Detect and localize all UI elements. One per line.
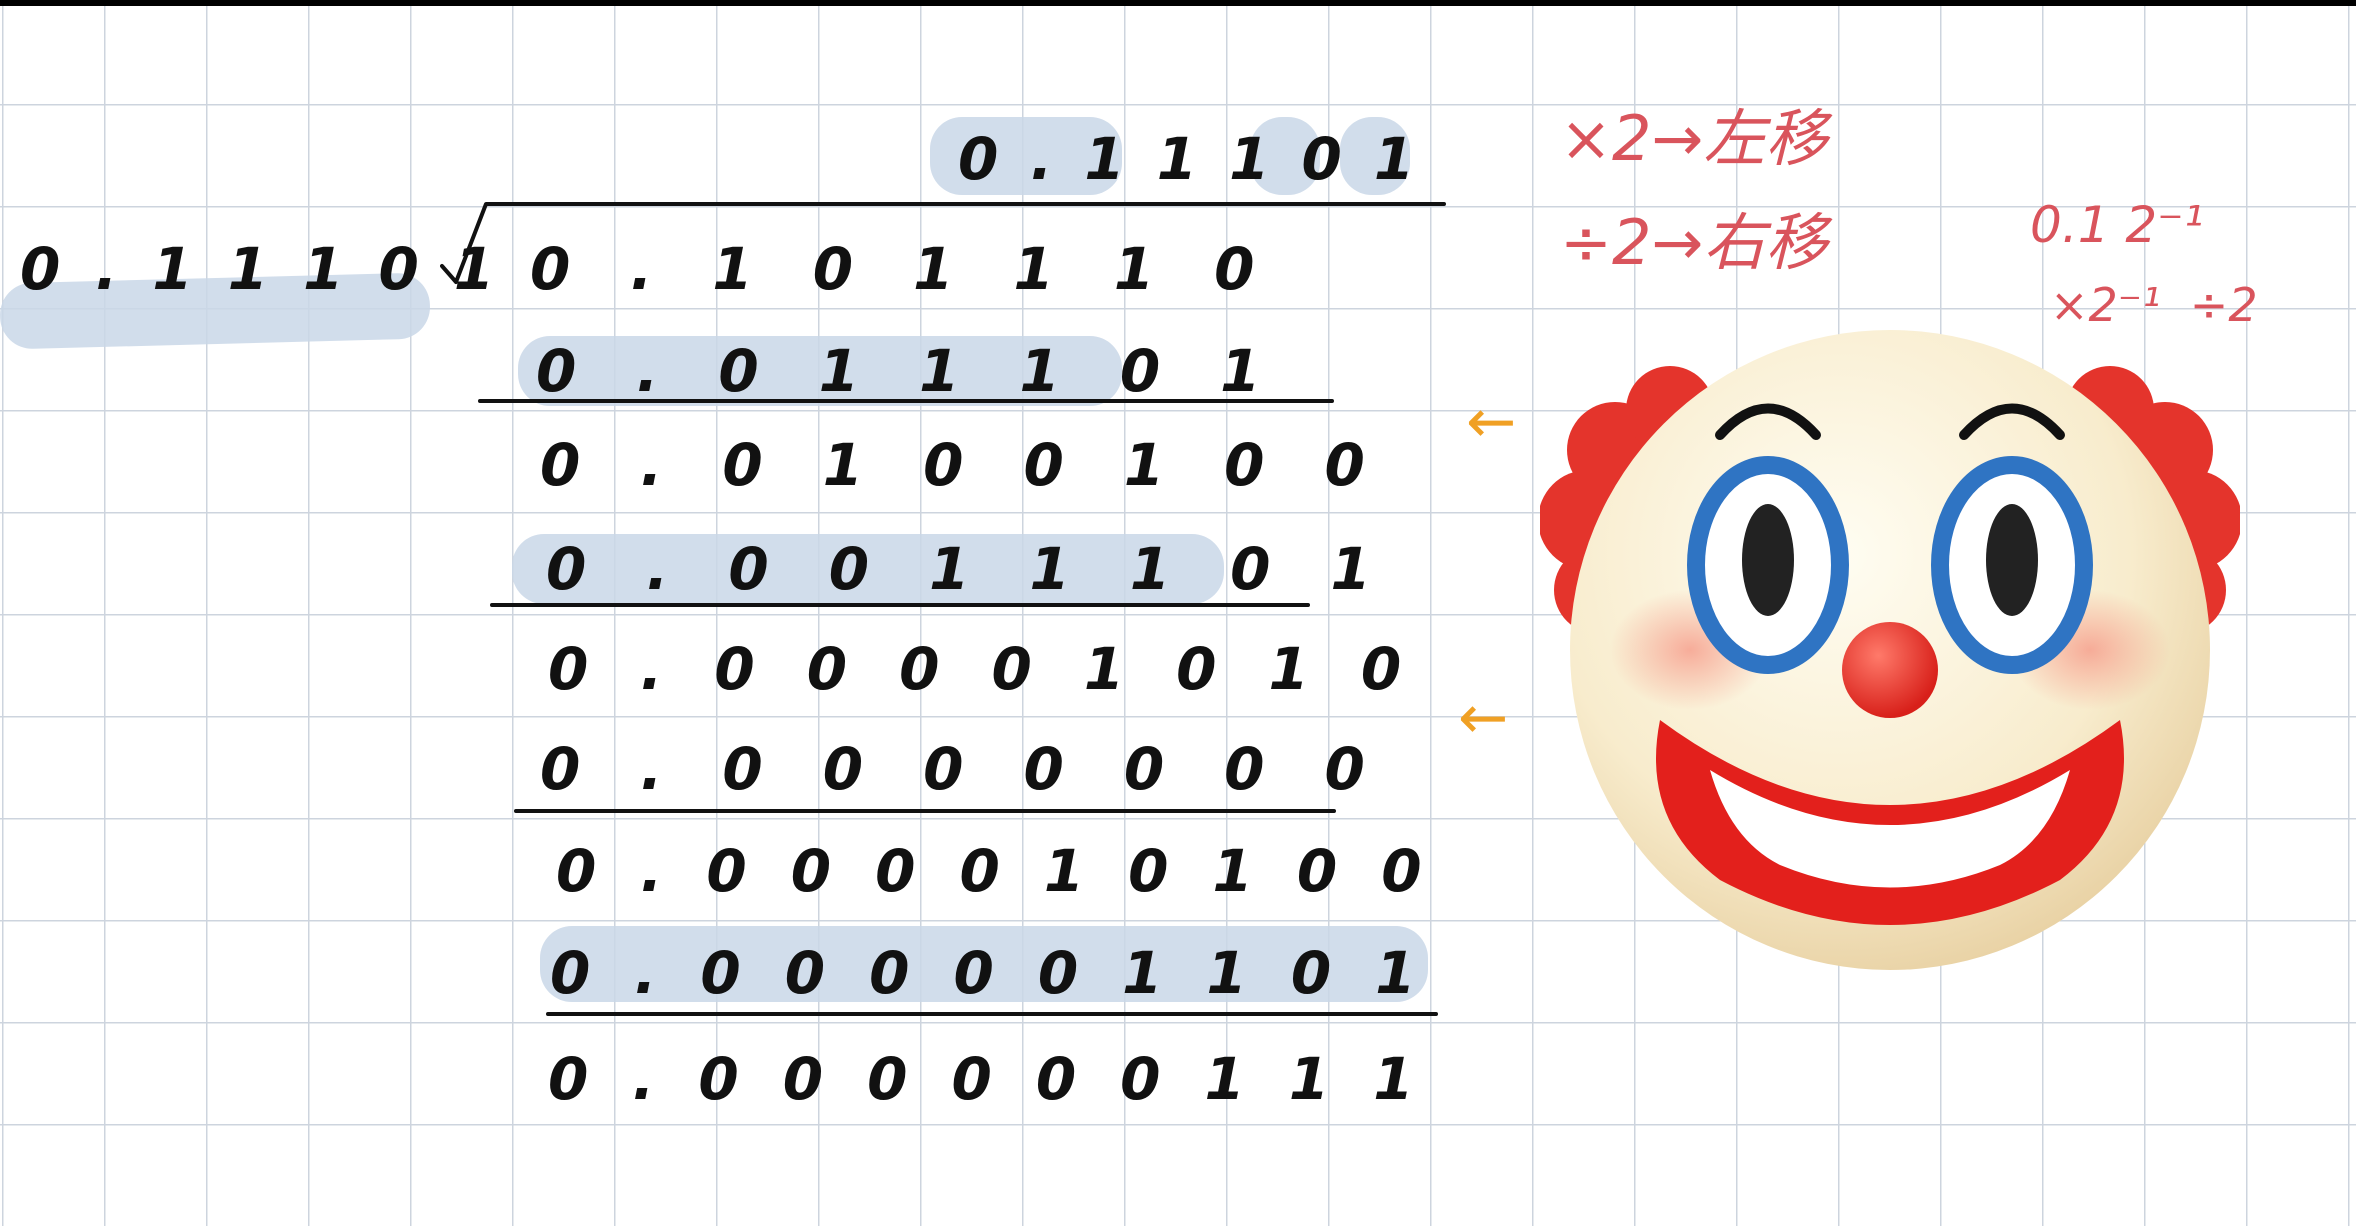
divisor: 0.11101 <box>20 235 530 303</box>
division-step-2: 0.011101 <box>536 337 1321 405</box>
division-step-3: 0.0100100 <box>540 431 1425 499</box>
division-step-6: 0.0000000 <box>540 735 1425 803</box>
eye-left <box>1742 504 1794 616</box>
top-edge <box>0 0 2356 6</box>
arrow-left-icon: ← <box>1458 683 1509 753</box>
division-step-7: 0.000010100 <box>556 837 1466 905</box>
note-small: 0.1 2⁻¹ <box>2030 196 2204 254</box>
clown-face-icon <box>1540 330 2240 970</box>
note-shift-left: ×2→左移 <box>1560 102 1828 175</box>
division-step-9: 0.000000111 <box>548 1045 1458 1113</box>
arrow-left-icon: ← <box>1466 387 1517 457</box>
quotient: 0.11101 <box>958 125 1447 193</box>
division-step-5: 0.00001010 <box>548 635 1454 703</box>
division-step-4: 0.0011101 <box>546 535 1431 603</box>
clown-nose <box>1842 622 1938 718</box>
subtraction-rule-2 <box>490 603 1310 607</box>
eye-right <box>1986 504 2038 616</box>
division-step-8: 0.000001101 <box>550 939 1460 1007</box>
subtraction-rule-4 <box>546 1012 1438 1016</box>
division-step-1: 0.101110 <box>530 235 1315 303</box>
subtraction-rule-3 <box>514 809 1336 813</box>
note-shift-right: ÷2→右移 <box>1560 206 1828 279</box>
